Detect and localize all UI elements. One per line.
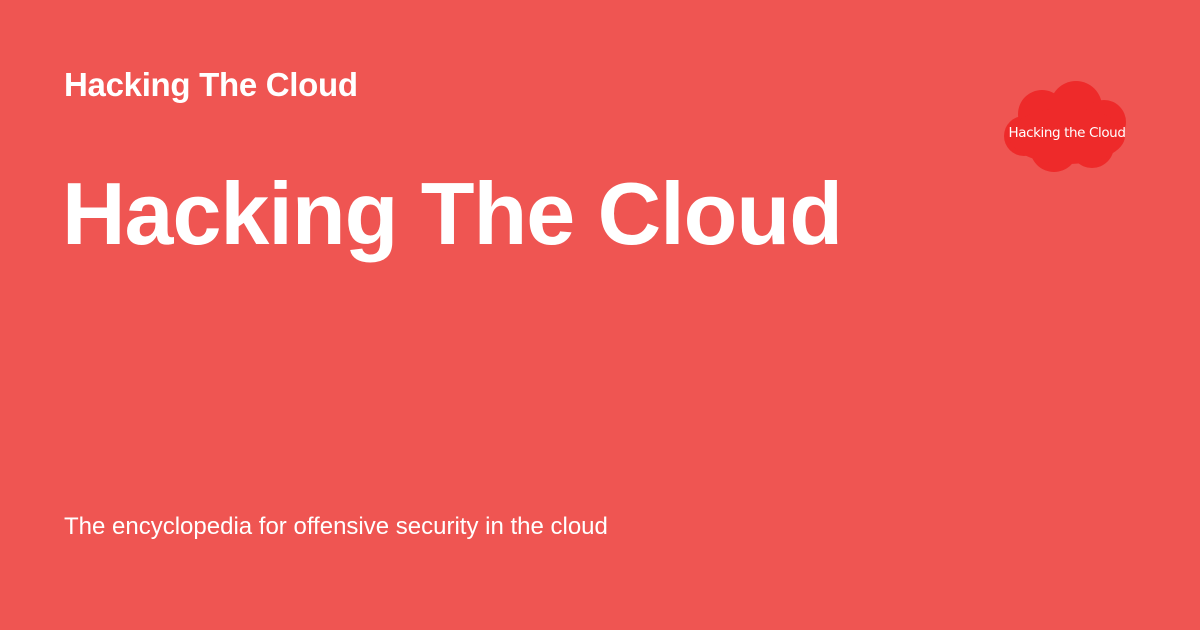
site-logo: Hacking the Cloud (1000, 80, 1134, 176)
cloud-icon: Hacking the Cloud (1004, 81, 1126, 172)
social-card: { "site": { "name": "Hacking The Cloud" … (0, 0, 1200, 630)
logo-text: Hacking the Cloud (1008, 125, 1125, 141)
page-description: The encyclopedia for offensive security … (64, 513, 608, 540)
page-title: Hacking The Cloud (62, 164, 843, 263)
site-name: Hacking The Cloud (64, 66, 358, 103)
